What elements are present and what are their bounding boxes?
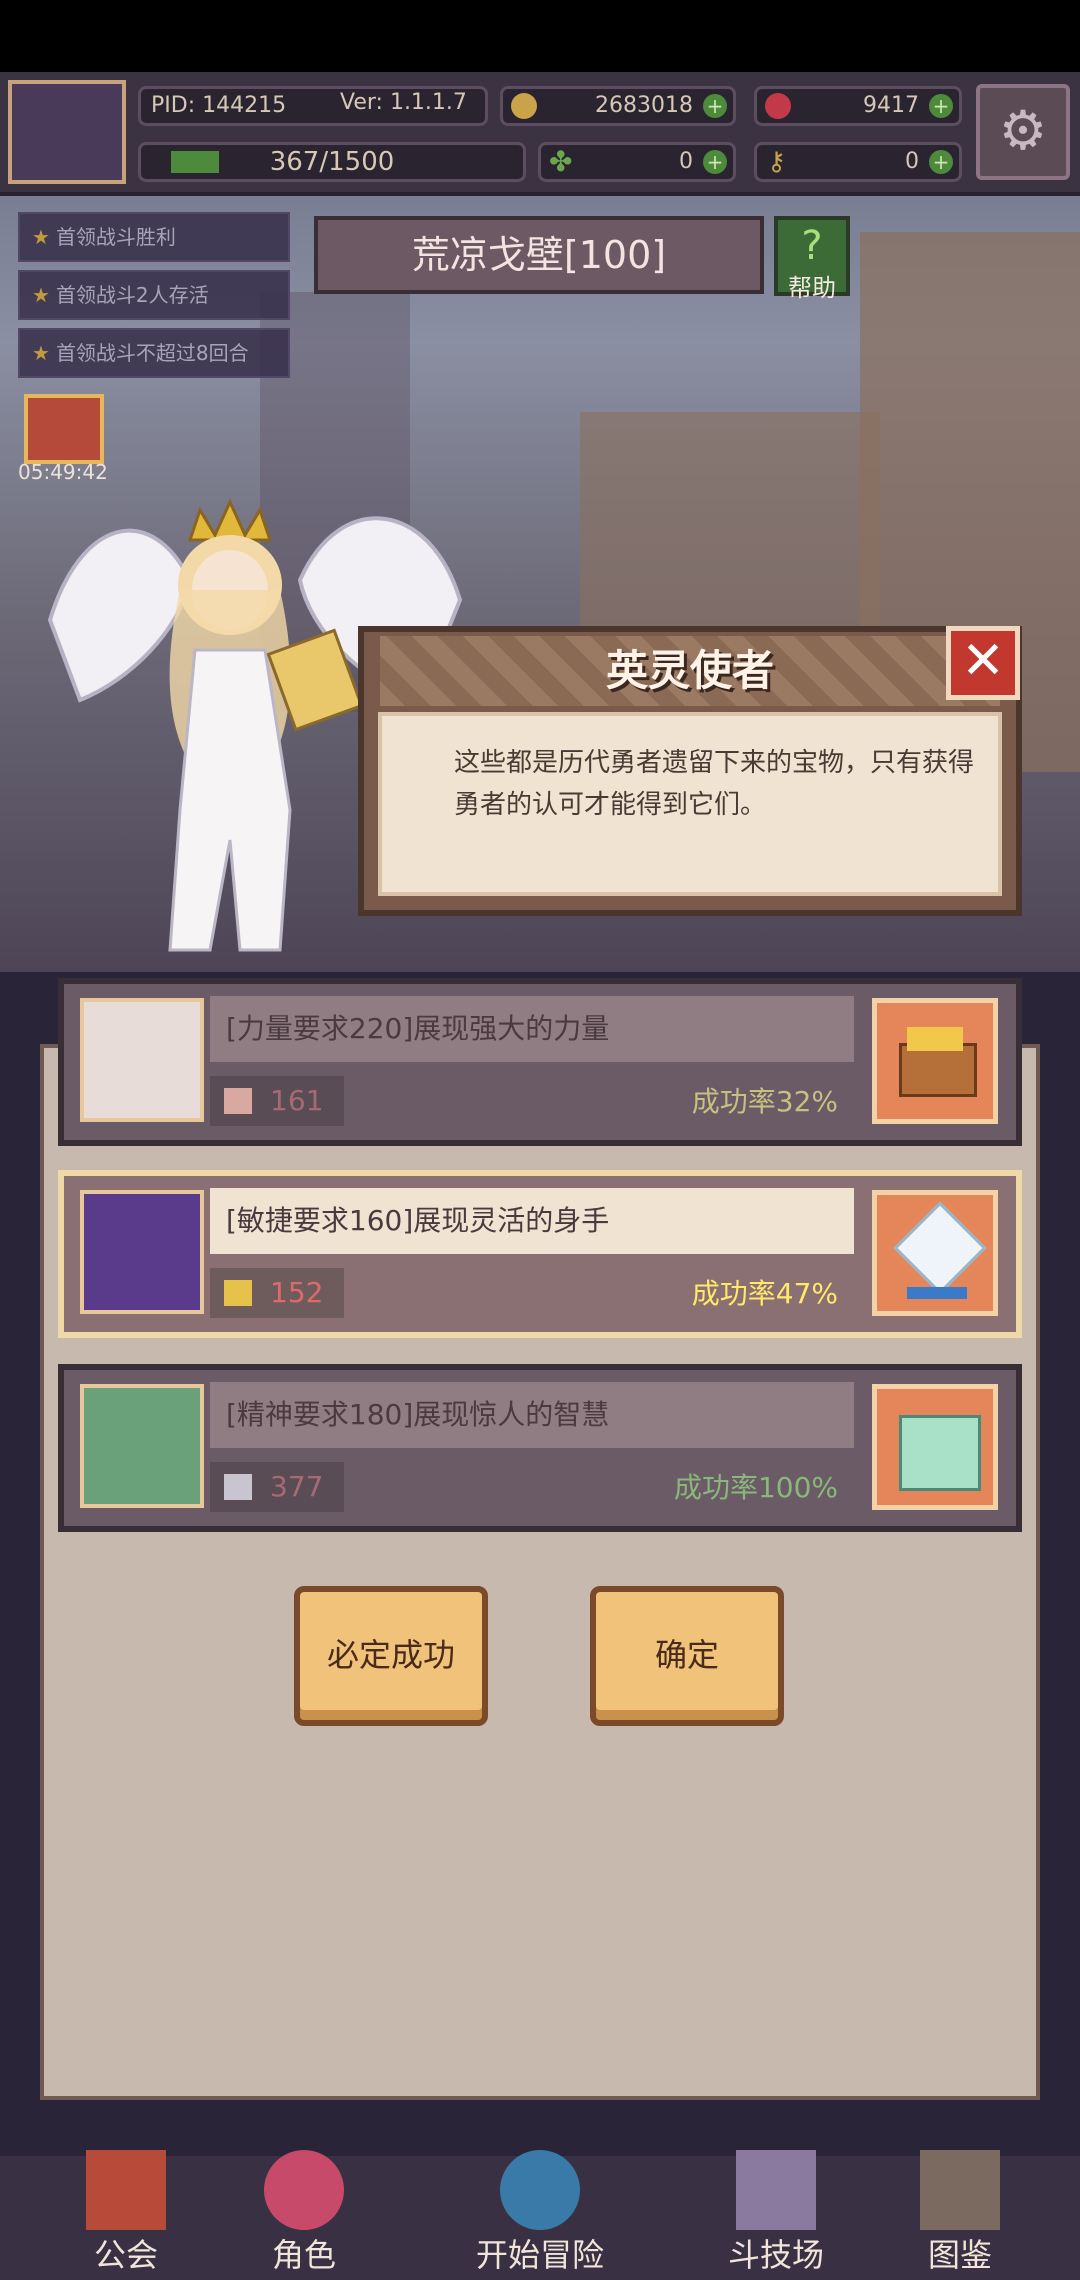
success-rate: 成功率47% (691, 1277, 838, 1310)
agility-boot-icon (224, 1280, 252, 1306)
clover-icon: ✤ (549, 145, 573, 178)
quest-label: 首领战斗胜利 (55, 225, 176, 249)
crossed-swords-icon (736, 2150, 816, 2230)
add-gems-icon[interactable]: + (929, 94, 953, 118)
dialog-text: 这些都是历代勇者遗留下来的宝物，只有获得勇者的认可才能得到它们。 (454, 748, 975, 820)
player-avatar[interactable] (8, 80, 126, 184)
key-value: 0 (905, 149, 919, 174)
gem-icon (765, 93, 791, 119)
exp-text: 367/1500 (269, 147, 395, 177)
location-banner: 荒凉戈壁[100] (314, 216, 764, 294)
add-clover-icon[interactable]: + (703, 150, 727, 174)
nav-label: 开始冒险 (475, 2236, 604, 2274)
version-text: Ver: 1.1.1.7 (340, 90, 467, 115)
settings-button[interactable]: ⚙ (976, 84, 1070, 180)
clover-pill: ✤ 0 + (538, 142, 736, 182)
close-button[interactable]: ✕ (946, 626, 1020, 700)
stat-value: 377 (270, 1470, 324, 1503)
option-description: [敏捷要求160]展现灵活的身手 (210, 1188, 854, 1254)
guaranteed-success-button[interactable]: 必定成功 (294, 1586, 488, 1726)
nav-label: 斗技场 (727, 2236, 824, 2274)
magnifier-icon (500, 2150, 580, 2230)
hero-portrait (80, 998, 204, 1122)
hero-portrait (80, 1384, 204, 1508)
confirm-button[interactable]: 确定 (590, 1586, 784, 1726)
nav-label: 角色 (271, 2236, 336, 2274)
nav-character[interactable]: 角色 (224, 2140, 384, 2280)
add-key-icon[interactable]: + (929, 150, 953, 174)
dialog-panel: 英灵使者 这些都是历代勇者遗留下来的宝物，只有获得勇者的认可才能得到它们。 ✕ (358, 626, 1022, 916)
success-rate: 成功率32% (691, 1085, 838, 1118)
quest-item: ★ 首领战斗不超过8回合 (18, 328, 290, 378)
stat-box: 377 (210, 1462, 344, 1512)
nav-codex[interactable]: 图鉴 (880, 2140, 1040, 2280)
codex-icon (920, 2150, 1000, 2230)
exp-bar: 367/1500 (138, 142, 526, 182)
nav-label: 图鉴 (927, 2236, 992, 2274)
option-row-agility[interactable]: [敏捷要求160]展现灵活的身手 152 成功率47% (58, 1170, 1022, 1338)
gear-icon: ⚙ (998, 99, 1048, 162)
coin-icon (511, 93, 537, 119)
star-icon: ★ (32, 341, 50, 365)
clover-value: 0 (679, 149, 693, 174)
stat-value: 152 (270, 1276, 324, 1309)
gift-box-icon[interactable] (24, 394, 104, 464)
option-row-strength[interactable]: [力量要求220]展现强大的力量 161 成功率32% (58, 978, 1022, 1146)
stat-box: 152 (210, 1268, 344, 1318)
help-label: 帮助 (788, 274, 836, 302)
option-description: [精神要求180]展现惊人的智慧 (210, 1382, 854, 1448)
key-icon: ⚷ (767, 147, 787, 177)
quest-label: 首领战斗不超过8回合 (55, 341, 249, 365)
status-bar (0, 0, 1080, 72)
reward-chest-icon (872, 998, 998, 1124)
stat-box: 161 (210, 1076, 344, 1126)
star-icon: ★ (32, 283, 50, 307)
stat-value: 161 (270, 1084, 324, 1117)
pid-text: PID: 144215 (151, 93, 287, 118)
nav-guild[interactable]: 公会 (46, 2140, 206, 2280)
strength-icon (224, 1088, 252, 1114)
gems-value: 9417 (863, 93, 919, 118)
nav-label: 公会 (93, 2236, 158, 2274)
coins-value: 2683018 (595, 93, 693, 118)
dialog-title: 英灵使者 (605, 646, 774, 695)
book-icon (224, 1474, 252, 1500)
star-icon: ★ (32, 225, 50, 249)
nav-start-adventure[interactable]: 开始冒险 (400, 2140, 680, 2280)
coins-pill: 2683018 + (500, 86, 736, 126)
add-coins-icon[interactable]: + (703, 94, 727, 118)
nav-arena[interactable]: 斗技场 (696, 2140, 856, 2280)
key-pill: ⚷ 0 + (754, 142, 962, 182)
quest-item: ★ 首领战斗2人存活 (18, 270, 290, 320)
option-description: [力量要求220]展现强大的力量 (210, 996, 854, 1062)
option-row-spirit[interactable]: [精神要求180]展现惊人的智慧 377 成功率100% (58, 1364, 1022, 1532)
character-icon (264, 2150, 344, 2230)
close-icon: ✕ (961, 631, 1005, 691)
success-rate: 成功率100% (673, 1471, 838, 1504)
reward-crystal-icon (872, 1190, 998, 1316)
guild-icon (86, 2150, 166, 2230)
reward-armor-icon (872, 1384, 998, 1510)
gems-pill: 9417 + (754, 86, 962, 126)
exp-fill (171, 151, 219, 173)
question-icon: ? (801, 223, 823, 269)
quest-label: 首领战斗2人存活 (55, 283, 209, 307)
hero-portrait (80, 1190, 204, 1314)
quest-item: ★ 首领战斗胜利 (18, 212, 290, 262)
